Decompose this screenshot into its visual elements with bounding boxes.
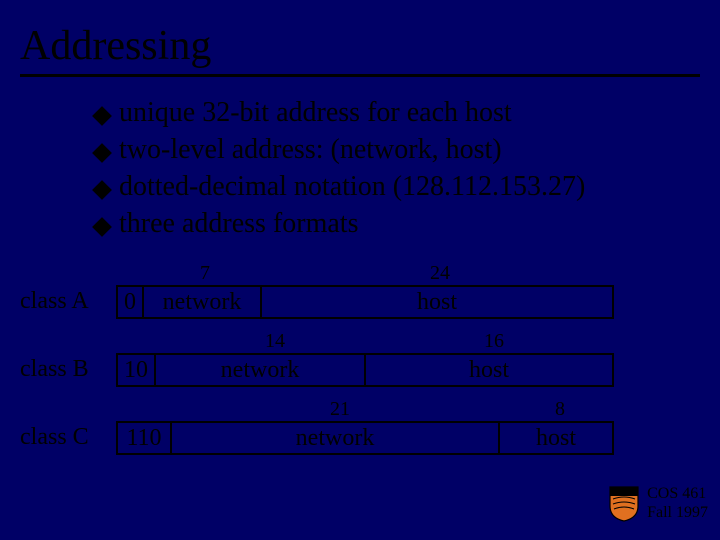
title-area: Addressing <box>0 0 720 77</box>
slide-title: Addressing <box>20 22 700 70</box>
diamond-icon <box>92 143 112 163</box>
address-formats: 7 24 class A 0 network host 14 16 class … <box>0 255 720 459</box>
network-cell: network <box>144 285 262 319</box>
bit-count-label: 24 <box>430 262 450 285</box>
diamond-icon <box>92 217 112 237</box>
list-item: two-level address: (network, host) <box>95 132 720 167</box>
prefix-cell: 110 <box>116 421 172 455</box>
slide: Addressing unique 32-bit address for eac… <box>0 0 720 540</box>
bit-count-label: 21 <box>330 398 350 421</box>
class-a-box: 0 network host <box>116 285 614 319</box>
shield-icon <box>609 486 639 522</box>
list-item: unique 32-bit address for each host <box>95 95 720 130</box>
bit-count-label: 16 <box>484 330 504 353</box>
class-a-row: 7 24 class A 0 network host <box>0 255 720 323</box>
bullet-text: unique 32-bit address for each host <box>119 95 512 130</box>
term-label: Fall 1997 <box>647 504 708 522</box>
diamond-icon <box>92 106 112 126</box>
title-underline <box>20 74 700 77</box>
class-label: class B <box>20 356 89 383</box>
bit-count-label: 8 <box>555 398 565 421</box>
host-cell: host <box>500 421 614 455</box>
course-code: COS 461 <box>647 485 708 503</box>
prefix-cell: 0 <box>116 285 144 319</box>
footer: COS 461 Fall 1997 <box>609 485 708 522</box>
class-label: class C <box>20 424 89 451</box>
class-c-box: 110 network host <box>116 421 614 455</box>
bullet-text: two-level address: (network, host) <box>119 132 502 167</box>
bullet-list: unique 32-bit address for each host two-… <box>95 95 720 241</box>
bullet-text: three address formats <box>119 206 358 241</box>
diamond-icon <box>92 180 112 200</box>
prefix-cell: 10 <box>116 353 156 387</box>
class-b-row: 14 16 class B 10 network host <box>0 323 720 391</box>
class-c-row: 21 8 class C 110 network host <box>0 391 720 459</box>
list-item: dotted-decimal notation (128.112.153.27) <box>95 169 720 204</box>
class-label: class A <box>20 288 89 315</box>
bit-count-label: 14 <box>265 330 285 353</box>
host-cell: host <box>366 353 614 387</box>
class-b-box: 10 network host <box>116 353 614 387</box>
network-cell: network <box>156 353 366 387</box>
bullet-text: dotted-decimal notation (128.112.153.27) <box>119 169 585 204</box>
host-cell: host <box>262 285 614 319</box>
footer-text: COS 461 Fall 1997 <box>647 485 708 522</box>
list-item: three address formats <box>95 206 720 241</box>
network-cell: network <box>172 421 500 455</box>
bit-count-label: 7 <box>200 262 210 285</box>
